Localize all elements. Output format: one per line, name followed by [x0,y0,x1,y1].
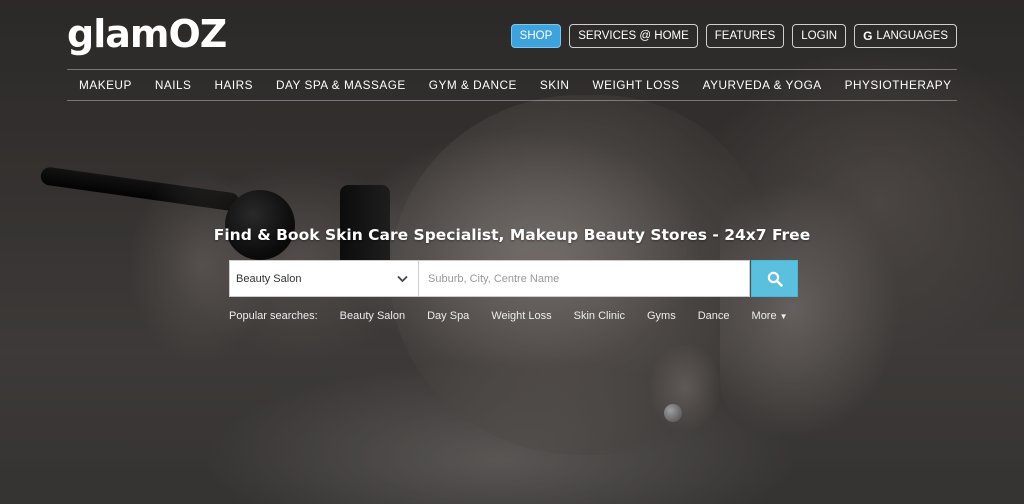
category-gym-dance[interactable]: GYM & DANCE [429,78,517,92]
shop-button[interactable]: SHOP [510,24,562,48]
features-button[interactable]: FEATURES [705,24,785,48]
more-dropdown[interactable]: More ▼ [752,310,788,322]
category-select[interactable]: Beauty Salon [229,260,419,297]
category-nav: MAKEUP NAILS HAIRS DAY SPA & MASSAGE GYM… [67,69,957,101]
popular-weight-loss[interactable]: Weight Loss [491,310,551,322]
search-icon [767,271,783,287]
category-ayurveda-yoga[interactable]: AYURVEDA & YOGA [703,78,822,92]
languages-label: LANGUAGES [876,30,948,42]
caret-down-icon: ▼ [779,312,788,321]
search-bar: Beauty Salon [229,260,798,297]
popular-searches: Popular searches: Beauty Salon Day Spa W… [229,310,810,322]
category-select-value: Beauty Salon [236,272,302,285]
chevron-down-icon [397,275,408,282]
popular-day-spa[interactable]: Day Spa [427,310,469,322]
popular-searches-label: Popular searches: [229,310,318,322]
languages-button[interactable]: G LANGUAGES [854,24,957,48]
popular-skin-clinic[interactable]: Skin Clinic [574,310,625,322]
hero-headline: Find & Book Skin Care Specialist, Makeup… [213,226,811,244]
location-input[interactable] [419,260,750,297]
search-button[interactable] [751,260,798,297]
login-button[interactable]: LOGIN [792,24,847,48]
site-logo[interactable]: glamOZ [67,12,227,56]
top-nav: SHOP SERVICES @ HOME FEATURES LOGIN G LA… [510,24,957,48]
google-translate-icon: G [863,29,873,43]
category-day-spa-massage[interactable]: DAY SPA & MASSAGE [276,78,406,92]
category-physiotherapy[interactable]: PHYSIOTHERAPY [845,78,952,92]
category-hairs[interactable]: HAIRS [214,78,253,92]
category-skin[interactable]: SKIN [540,78,570,92]
category-makeup[interactable]: MAKEUP [79,78,132,92]
services-at-home-button[interactable]: SERVICES @ HOME [569,24,698,48]
category-weight-loss[interactable]: WEIGHT LOSS [592,78,679,92]
more-label: More [751,310,777,322]
category-nails[interactable]: NAILS [155,78,192,92]
popular-gyms[interactable]: Gyms [647,310,676,322]
popular-beauty-salon[interactable]: Beauty Salon [340,310,405,322]
popular-dance[interactable]: Dance [698,310,730,322]
